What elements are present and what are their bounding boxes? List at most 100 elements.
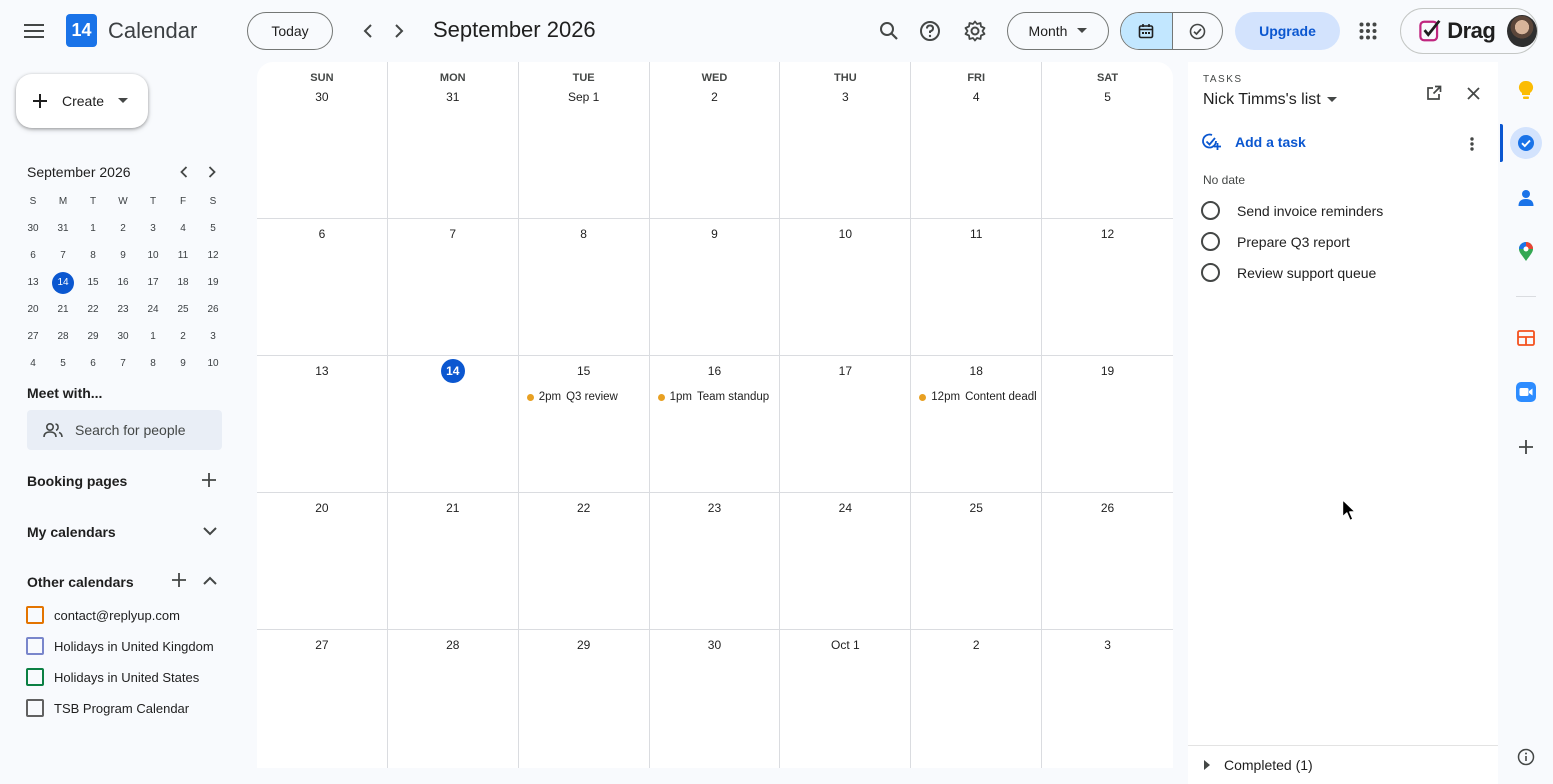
date-number[interactable]: 13 [257, 359, 387, 383]
info-icon[interactable] [1510, 741, 1542, 773]
day-cell[interactable]: 8 [519, 219, 650, 355]
day-cell[interactable]: 11 [911, 219, 1043, 355]
mini-day[interactable]: 19 [198, 269, 228, 296]
task-item[interactable]: Send invoice reminders [1201, 201, 1383, 220]
add-booking-page-icon[interactable] [197, 468, 221, 492]
close-icon[interactable] [1460, 80, 1486, 106]
date-number[interactable]: 3 [1042, 633, 1173, 657]
day-cell[interactable]: FRI 4 [911, 62, 1043, 218]
day-cell[interactable]: 19 [1042, 356, 1173, 492]
date-number[interactable]: 31 [388, 85, 518, 109]
mini-day[interactable]: 31 [48, 215, 78, 242]
mini-day[interactable]: 10 [198, 350, 228, 377]
mini-day[interactable]: 1 [138, 323, 168, 350]
mini-day[interactable]: 6 [78, 350, 108, 377]
mini-day[interactable]: 12 [198, 242, 228, 269]
day-cell[interactable]: 23 [650, 493, 781, 629]
view-selector[interactable]: Month [1007, 12, 1109, 50]
today-date-number[interactable]: 14 [388, 359, 518, 383]
day-cell[interactable]: 2 [911, 630, 1043, 768]
expand-chevron-icon[interactable] [198, 519, 222, 543]
date-number[interactable]: 11 [911, 222, 1041, 246]
day-cell[interactable]: 28 [388, 630, 519, 768]
calendar-item[interactable]: Holidays in United Kingdom [26, 637, 214, 655]
day-cell[interactable]: WED 2 [650, 62, 781, 218]
today-button[interactable]: Today [247, 12, 333, 50]
mini-day[interactable]: 30 [18, 215, 48, 242]
calendar-item[interactable]: contact@replyup.com [26, 606, 180, 624]
date-number[interactable]: Sep 1 [519, 85, 649, 109]
task-item[interactable]: Prepare Q3 report [1201, 232, 1350, 251]
mini-day[interactable]: 13 [18, 269, 48, 296]
day-cell[interactable]: 6 [257, 219, 388, 355]
day-cell[interactable]: 15 2pm Q3 review [519, 356, 650, 492]
event-chip[interactable]: 2pm Q3 review [526, 388, 645, 406]
day-cell[interactable]: 25 [911, 493, 1043, 629]
day-cell[interactable]: Oct 1 [780, 630, 912, 768]
maps-icon[interactable] [1510, 236, 1542, 268]
date-number[interactable]: 19 [1042, 359, 1173, 383]
previous-period-icon[interactable] [352, 15, 384, 47]
mini-day[interactable]: 28 [48, 323, 78, 350]
date-number[interactable]: 8 [519, 222, 649, 246]
date-number[interactable]: 26 [1042, 496, 1173, 520]
date-number[interactable]: 18 [911, 359, 1041, 383]
date-number[interactable]: 16 [650, 359, 780, 383]
mini-day[interactable]: 24 [138, 296, 168, 323]
date-number[interactable]: 12 [1042, 222, 1173, 246]
mini-day[interactable]: 25 [168, 296, 198, 323]
mini-day[interactable]: 27 [18, 323, 48, 350]
add-task-button[interactable]: Add a task [1201, 132, 1306, 152]
date-number[interactable]: 3 [780, 85, 910, 109]
booking-pages-title[interactable]: Booking pages [27, 473, 127, 489]
day-cell[interactable]: TUE Sep 1 [519, 62, 650, 218]
date-number[interactable]: 29 [519, 633, 649, 657]
completed-tasks-toggle[interactable]: Completed (1) [1188, 745, 1498, 783]
mini-day[interactable]: 18 [168, 269, 198, 296]
day-cell[interactable]: 13 [257, 356, 388, 492]
day-cell[interactable]: SAT 5 [1042, 62, 1173, 218]
calendar-checkbox[interactable] [26, 606, 44, 624]
collapse-chevron-icon[interactable] [198, 568, 222, 592]
contacts-icon[interactable] [1510, 182, 1542, 214]
task-list-selector[interactable]: Nick Timms's list [1203, 91, 1337, 109]
mini-day[interactable]: 5 [198, 215, 228, 242]
day-cell[interactable]: 20 [257, 493, 388, 629]
mini-day[interactable]: 7 [48, 242, 78, 269]
layout-addon-icon[interactable] [1510, 322, 1542, 354]
date-number[interactable]: 28 [388, 633, 518, 657]
day-cell[interactable]: MON 31 [388, 62, 519, 218]
mini-day[interactable]: 14 [48, 269, 78, 296]
help-icon[interactable] [914, 15, 946, 47]
date-number[interactable]: 25 [911, 496, 1041, 520]
day-cell[interactable]: 24 [780, 493, 912, 629]
next-period-icon[interactable] [383, 15, 415, 47]
mini-day[interactable]: 6 [18, 242, 48, 269]
mini-day[interactable]: 30 [108, 323, 138, 350]
day-cell[interactable]: 21 [388, 493, 519, 629]
upgrade-button[interactable]: Upgrade [1235, 12, 1340, 50]
open-in-new-icon[interactable] [1421, 80, 1447, 106]
mini-day[interactable]: 17 [138, 269, 168, 296]
date-number[interactable]: 4 [911, 85, 1041, 109]
mini-day[interactable]: 3 [138, 215, 168, 242]
mini-day[interactable]: 9 [168, 350, 198, 377]
date-number[interactable]: 6 [257, 222, 387, 246]
tasks-view-toggle[interactable] [1171, 13, 1223, 49]
add-other-calendar-icon[interactable] [167, 568, 191, 592]
mini-day[interactable]: 7 [108, 350, 138, 377]
settings-gear-icon[interactable] [958, 15, 992, 47]
add-addon-icon[interactable] [1510, 431, 1542, 463]
day-cell[interactable]: 9 [650, 219, 781, 355]
mini-day[interactable]: 23 [108, 296, 138, 323]
calendar-item[interactable]: TSB Program Calendar [26, 699, 189, 717]
day-cell[interactable]: 17 [780, 356, 912, 492]
date-number[interactable]: 23 [650, 496, 780, 520]
date-number[interactable]: 30 [650, 633, 780, 657]
day-cell[interactable]: 18 12pm Content deadline [911, 356, 1043, 492]
day-cell[interactable]: THU 3 [780, 62, 912, 218]
event-chip[interactable]: 1pm Team standup [657, 388, 776, 406]
day-cell[interactable]: 27 [257, 630, 388, 768]
calendar-checkbox[interactable] [26, 699, 44, 717]
date-number[interactable]: 30 [257, 85, 387, 109]
